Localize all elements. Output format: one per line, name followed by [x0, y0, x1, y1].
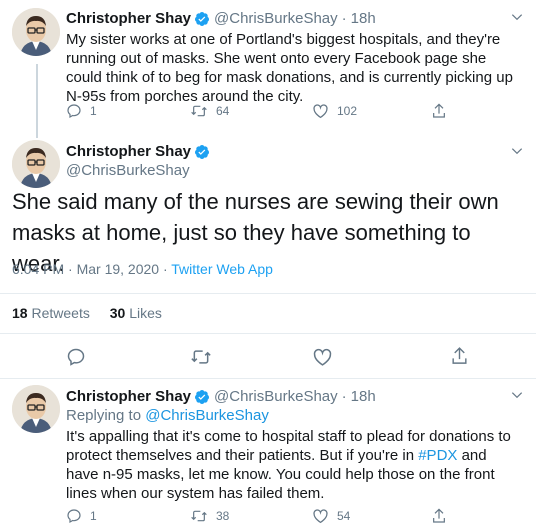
timestamp[interactable]: 6:04 PM · Mar 19, 2020 · — [12, 261, 171, 277]
reply-button[interactable] — [66, 347, 86, 367]
likes-stat-count: 30 — [109, 305, 126, 321]
like-button[interactable]: 102 — [312, 103, 357, 119]
retweet-icon — [191, 510, 207, 522]
tweet-header: Christopher Shay — [66, 143, 214, 161]
retweets-stat-label: Retweets — [31, 305, 90, 321]
like-icon — [313, 348, 332, 366]
share-button[interactable] — [450, 345, 469, 367]
like-icon — [313, 104, 328, 119]
reply-icon — [67, 104, 81, 119]
separator-dot: · — [341, 388, 347, 405]
avatar[interactable] — [12, 140, 60, 188]
timestamp[interactable]: 18h — [351, 388, 376, 406]
display-name[interactable]: Christopher Shay — [66, 143, 191, 161]
divider — [0, 293, 536, 294]
retweets-stat[interactable]: 18 Retweets — [12, 305, 90, 321]
retweet-button[interactable]: 64 — [190, 103, 229, 119]
share-icon — [452, 347, 467, 364]
retweet-button[interactable] — [190, 347, 212, 367]
avatar-image — [12, 385, 60, 433]
likes-stat[interactable]: 30 Likes — [110, 305, 162, 321]
retweet-icon — [191, 350, 211, 364]
tweet-header: Christopher Shay @ChrisBurkeShay · 18h — [66, 10, 376, 28]
tweet-header: Christopher Shay @ChrisBurkeShay · 18h — [66, 388, 376, 406]
replying-to: Replying to @ChrisBurkeShay — [66, 407, 269, 424]
handle[interactable]: @ChrisBurkeShay — [214, 388, 338, 406]
retweet-button[interactable]: 38 — [190, 508, 229, 524]
verified-icon — [195, 145, 210, 159]
thread-line-top — [36, 64, 38, 138]
separator-dot: · — [341, 10, 347, 27]
timestamp[interactable]: 18h — [351, 10, 376, 28]
verified-icon — [195, 390, 210, 404]
chevron-down-icon[interactable] — [510, 10, 524, 24]
share-button[interactable] — [431, 102, 447, 120]
reply-button[interactable]: 1 — [66, 103, 97, 119]
retweet-icon — [191, 105, 207, 117]
replying-to-handle-link[interactable]: @ChrisBurkeShay — [145, 407, 269, 424]
reply-icon — [67, 348, 85, 366]
retweet-count: 64 — [216, 104, 230, 118]
chevron-down-icon[interactable] — [510, 388, 524, 402]
reply-count: 1 — [90, 509, 97, 523]
like-button[interactable]: 54 — [312, 508, 350, 524]
chevron-down-icon[interactable] — [510, 144, 524, 158]
share-button[interactable] — [431, 507, 447, 525]
avatar[interactable] — [12, 8, 60, 56]
hashtag-link[interactable]: #PDX — [418, 447, 457, 464]
reply-icon — [67, 509, 81, 524]
share-icon — [433, 103, 445, 118]
avatar[interactable] — [12, 385, 60, 433]
like-count: 102 — [337, 104, 358, 118]
divider — [0, 378, 536, 379]
reply-count: 1 — [90, 104, 97, 118]
like-count: 54 — [337, 509, 351, 523]
source-app-link[interactable]: Twitter Web App — [171, 261, 273, 277]
likes-stat-label: Likes — [129, 305, 162, 321]
reply-button[interactable]: 1 — [66, 508, 97, 524]
display-name[interactable]: Christopher Shay — [66, 10, 191, 28]
share-icon — [433, 508, 445, 523]
engagement-stats: 18 Retweets 30 Likes — [12, 305, 162, 321]
handle-row: @ChrisBurkeShay — [66, 162, 190, 180]
retweets-stat-count: 18 — [12, 305, 28, 321]
like-icon — [313, 509, 328, 524]
tweet-meta: 6:04 PM · Mar 19, 2020 · Twitter Web App — [12, 261, 273, 277]
retweet-count: 38 — [216, 509, 230, 523]
handle[interactable]: @ChrisBurkeShay — [66, 162, 190, 180]
avatar-image — [12, 140, 60, 188]
replying-to-label: Replying to — [66, 407, 146, 424]
tweet-text: It's appalling that it's come to hospita… — [66, 427, 516, 503]
avatar-image — [12, 8, 60, 56]
divider — [0, 333, 536, 334]
like-button[interactable] — [312, 347, 333, 367]
display-name[interactable]: Christopher Shay — [66, 388, 191, 406]
tweet-text: My sister works at one of Portland's big… — [66, 31, 513, 105]
handle[interactable]: @ChrisBurkeShay — [214, 10, 338, 28]
verified-icon — [195, 12, 210, 26]
